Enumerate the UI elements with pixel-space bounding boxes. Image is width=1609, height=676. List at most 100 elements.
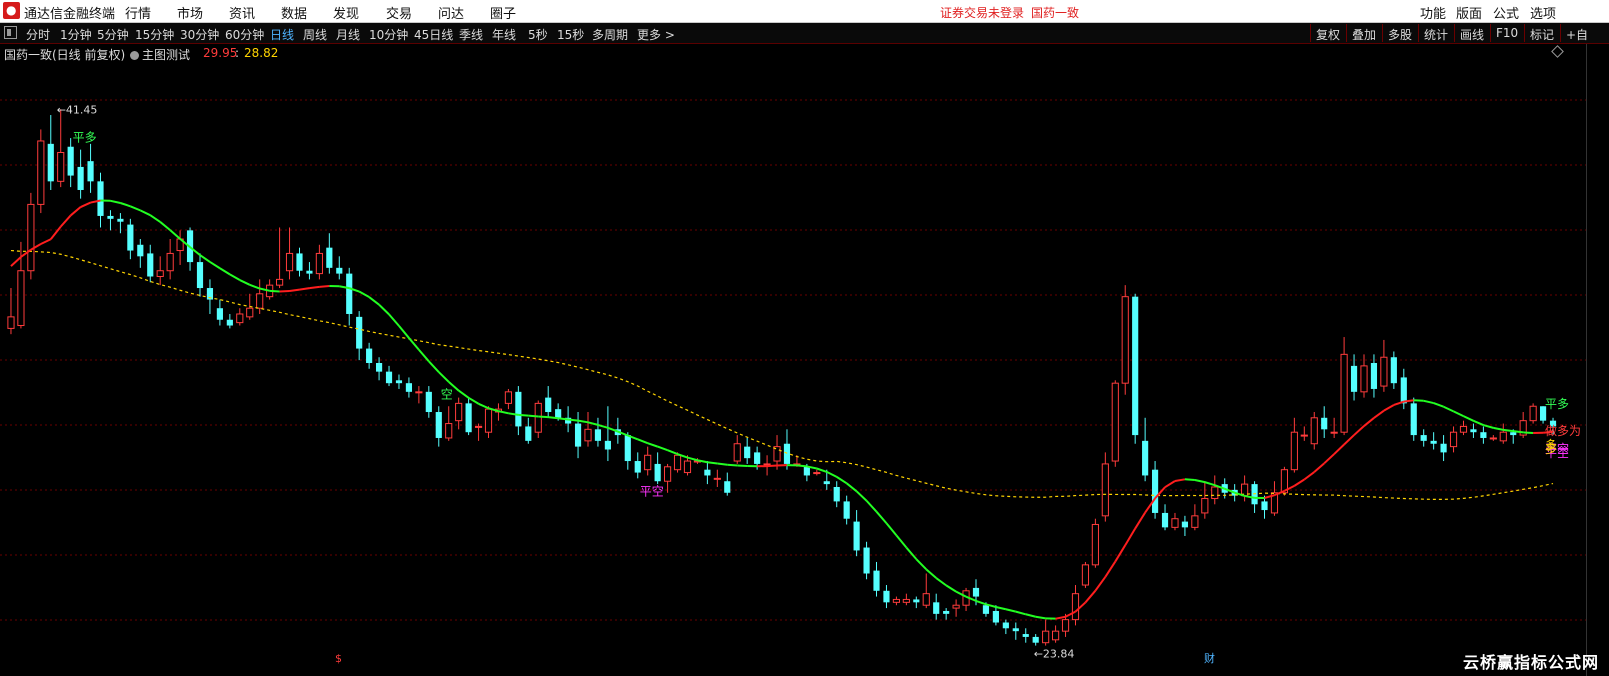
period-5min[interactable]: 5分钟 <box>97 26 129 43</box>
candle-up <box>1529 405 1537 422</box>
candle-up <box>713 477 721 480</box>
ma-trend-segment <box>1005 608 1017 613</box>
menu-discover[interactable]: 发现 <box>333 3 359 22</box>
tool-overlay-button[interactable]: 叠加 <box>1352 26 1376 43</box>
ma-trend-segment <box>309 285 320 290</box>
ma-trend-segment <box>667 449 678 456</box>
period-more[interactable]: 更多 > <box>637 26 675 43</box>
period-1min[interactable]: 1分钟 <box>60 26 92 43</box>
candle-down <box>1420 435 1427 441</box>
panel-toggle-icon[interactable] <box>4 26 17 39</box>
ma-trend-segment <box>687 456 698 462</box>
candle-up <box>17 270 25 327</box>
candle-down <box>783 443 791 464</box>
indicator-settings-icon[interactable] <box>130 51 139 60</box>
menu-trade[interactable]: 交易 <box>386 3 412 22</box>
candle-up <box>733 443 741 462</box>
menu-ask[interactable]: 问达 <box>438 3 464 22</box>
ma-trend-segment <box>368 296 380 306</box>
bottom-mark: 财 <box>1204 651 1215 665</box>
app-title: 通达信金融终端 <box>24 7 116 22</box>
candle-down <box>873 570 880 591</box>
period-yearly[interactable]: 年线 <box>492 26 516 43</box>
period-30min[interactable]: 30分钟 <box>180 26 219 43</box>
ma-trend-segment <box>70 206 82 217</box>
ma-trend-segment <box>1433 402 1444 408</box>
period-daily[interactable]: 日线 <box>270 26 294 43</box>
ma-trend-segment <box>59 214 72 228</box>
candle-up <box>902 598 910 603</box>
candle-up <box>1340 353 1348 433</box>
menu-options[interactable]: 选项 <box>1530 3 1556 22</box>
candle-down <box>296 253 303 271</box>
period-10min[interactable]: 10分钟 <box>369 26 408 43</box>
candle-down <box>634 461 641 473</box>
tool-draw-button[interactable]: 画线 <box>1460 26 1484 43</box>
ma-trend-segment <box>139 209 151 217</box>
ma-trend-segment <box>647 442 658 448</box>
tool-stats-button[interactable]: 统计 <box>1424 26 1448 43</box>
period-45day[interactable]: 45日线 <box>414 26 453 43</box>
menu-formula[interactable]: 公式 <box>1493 3 1519 22</box>
ma-trend-segment <box>209 261 221 270</box>
menu-data[interactable]: 数据 <box>281 3 307 22</box>
tool-add-custom-button[interactable]: +自 <box>1566 26 1588 43</box>
tool-mark-button[interactable]: 标记 <box>1530 26 1554 43</box>
ma-trend-segment <box>767 464 778 468</box>
diamond-icon[interactable] <box>1551 45 1564 58</box>
menu-functions[interactable]: 功能 <box>1420 3 1446 22</box>
chart-right-border <box>1586 44 1587 676</box>
candlestick-chart[interactable]: ←41.45←23.84平多空平空平空平空多平多做多为多$ 财 <box>0 60 1586 676</box>
period-multi[interactable]: 多周期 <box>592 26 628 43</box>
candle-up <box>27 203 35 272</box>
period-5sec[interactable]: 5秒 <box>528 26 548 43</box>
ma-trend-segment <box>1134 512 1146 530</box>
ma-trend-segment <box>905 546 918 560</box>
ma-trend-segment <box>498 410 509 415</box>
ma-trend-segment <box>1523 431 1534 434</box>
period-weekly[interactable]: 周线 <box>303 26 327 43</box>
ma-trend-segment <box>1313 462 1325 473</box>
ma-trend-segment <box>219 267 231 276</box>
period-monthly[interactable]: 月线 <box>336 26 360 43</box>
period-minute-chart[interactable]: 分时 <box>26 26 50 43</box>
ma-trend-segment <box>1343 434 1355 446</box>
period-15sec[interactable]: 15秒 <box>557 26 584 43</box>
menu-quotes[interactable]: 行情 <box>125 3 151 22</box>
candle-up <box>763 463 771 466</box>
candle-up <box>1380 356 1388 387</box>
candle-down <box>853 521 860 551</box>
candle-down <box>137 244 144 257</box>
menu-layout[interactable]: 版面 <box>1456 3 1482 22</box>
ma-trend-segment <box>995 606 1007 611</box>
watermark: 云桥赢指标公式网 <box>1463 653 1600 672</box>
period-15min[interactable]: 15分钟 <box>135 26 174 43</box>
candle-down <box>1390 357 1397 384</box>
menu-news[interactable]: 资讯 <box>229 3 255 22</box>
candle-down <box>346 273 353 314</box>
login-notice[interactable]: 证券交易未登录 <box>940 4 1024 21</box>
candle-down <box>525 426 532 441</box>
tool-f10-button[interactable]: F10 <box>1496 26 1518 40</box>
tool-adjust-button[interactable]: 复权 <box>1316 26 1340 43</box>
ma-trend-segment <box>915 558 927 571</box>
period-quarterly[interactable]: 季线 <box>459 26 483 43</box>
ma-trend-segment <box>1403 399 1414 403</box>
toolbar-divider <box>1560 24 1561 42</box>
tool-multi-stock-button[interactable]: 多股 <box>1388 26 1412 43</box>
period-60min[interactable]: 60分钟 <box>225 26 264 43</box>
menu-circle[interactable]: 圈子 <box>490 3 516 22</box>
candle-down <box>216 308 223 320</box>
candle-down <box>1321 417 1328 430</box>
ma-trend-segment <box>796 464 807 468</box>
candle-down <box>883 590 890 603</box>
menu-market[interactable]: 市场 <box>177 3 203 22</box>
candle-up <box>644 454 652 471</box>
ma-trend-segment <box>1353 425 1365 436</box>
candle-down <box>1181 521 1189 528</box>
signal-label: 平多 <box>1545 397 1569 411</box>
candle-down <box>1142 440 1149 476</box>
ma-trend-segment <box>398 325 410 339</box>
candle-down <box>147 253 154 277</box>
ma-trend-segment <box>1174 478 1186 482</box>
